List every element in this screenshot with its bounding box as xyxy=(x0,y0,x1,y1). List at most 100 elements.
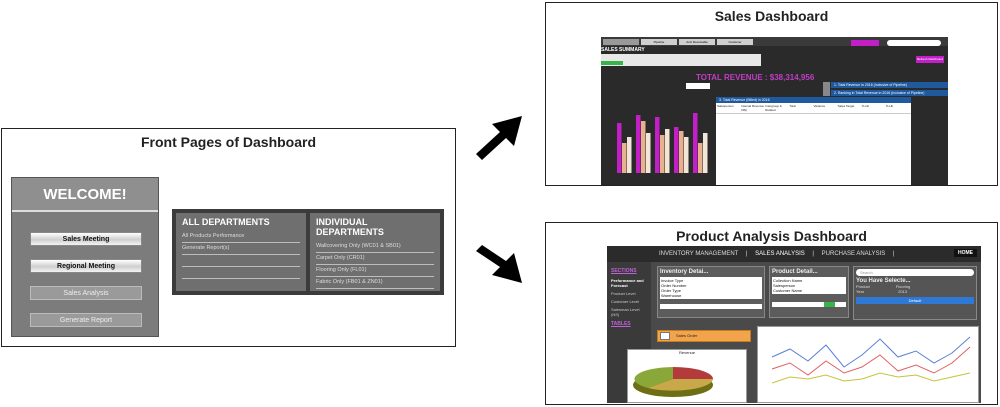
sales-dashboard-panel: Sales Dashboard Pipeline Acct Receivable… xyxy=(545,2,998,186)
generate-reports-link[interactable]: Generate Report(s) xyxy=(182,243,300,255)
trend-series-line xyxy=(771,346,971,376)
sales-filter-selected[interactable] xyxy=(601,61,623,65)
nav-purchase-analysis[interactable]: PURCHASE ANALYSIS xyxy=(822,251,886,257)
sales-small-box xyxy=(686,83,710,89)
regional-meeting-button[interactable]: Regional Meeting xyxy=(30,259,142,273)
sales-bar xyxy=(674,127,679,173)
table-icon xyxy=(660,332,670,340)
sales-bar xyxy=(622,143,627,173)
product-fields[interactable]: Collection Name Salesperson Customer Nam… xyxy=(772,277,846,294)
section-performance-forecast[interactable]: Performance and Forecast xyxy=(611,278,647,288)
line-chart-svg xyxy=(771,336,971,384)
sales-dashboard-screenshot: Pipeline Acct Receivable Customer SALES … xyxy=(601,37,948,185)
all-departments-column: ALL DEPARTMENTS All Products Performance… xyxy=(176,213,306,291)
ranking-revenue-bar: 2. Ranking in Total Revenue in 2016 (Inc… xyxy=(831,90,948,96)
flooring-link[interactable]: Flooring Only (FL01) xyxy=(316,265,434,277)
billed-revenue-col-3: Total xyxy=(789,104,796,108)
sales-order-button[interactable]: Sales Order xyxy=(657,330,751,342)
nav-inventory-management[interactable]: INVENTORY MANAGEMENT xyxy=(659,251,738,257)
billed-revenue-col-4: Variance xyxy=(813,104,826,108)
nav-sales-analysis[interactable]: SALES ANALYSIS xyxy=(755,251,805,257)
selected-year-value: 2013 xyxy=(898,289,907,294)
trend-series-line xyxy=(771,336,971,368)
sales-bar xyxy=(684,137,689,173)
field-warehouse[interactable]: Warehouse xyxy=(661,293,761,298)
tab-customer[interactable]: Customer xyxy=(717,39,753,45)
selected-year-label: Year xyxy=(856,289,865,294)
sales-bar xyxy=(646,133,651,173)
welcome-heading: WELCOME! xyxy=(12,178,158,212)
inventory-detail-title: Inventory Detai... xyxy=(660,269,709,275)
sales-magenta-button[interactable] xyxy=(851,40,879,46)
pie-slice-red xyxy=(673,367,713,379)
front-pages-panel: Front Pages of Dashboard WELCOME! Sales … xyxy=(1,128,456,347)
billed-revenue-col-6: % Hit xyxy=(861,104,869,108)
field-customer-name[interactable]: Customer Name xyxy=(773,288,845,293)
sales-side-icon xyxy=(823,82,830,96)
sales-bar xyxy=(636,115,641,173)
revenue-pie-chart: Revenue xyxy=(627,349,747,403)
year-slicer[interactable] xyxy=(772,302,846,307)
all-departments-heading: ALL DEPARTMENTS xyxy=(182,217,270,227)
section-salesman-level[interactable]: Salesman Level (NS) xyxy=(611,307,647,317)
sales-meeting-button[interactable]: Sales Meeting xyxy=(30,232,142,246)
home-button[interactable]: HOME xyxy=(954,249,977,257)
sales-bar xyxy=(655,117,660,173)
sales-bar xyxy=(693,113,698,173)
pie-svg xyxy=(633,367,713,397)
sales-bar xyxy=(679,131,684,173)
inventory-detail-box: Inventory Detai... Invoice Type Order Nu… xyxy=(657,266,765,318)
carpet-link[interactable]: Carpet Only (CR01) xyxy=(316,253,434,265)
empty-row xyxy=(182,255,300,267)
billed-revenue-col-1: Internal Revenue (S$) xyxy=(741,104,764,112)
trend-series-line xyxy=(771,372,971,384)
sales-analysis-button[interactable]: Sales Analysis xyxy=(30,286,142,300)
sales-bar xyxy=(660,135,665,173)
total-revenue-label: TOTAL REVENUE : $38,314,956 xyxy=(696,73,815,82)
refresh-dashboard-button[interactable]: Refresh Dashboard xyxy=(916,56,944,63)
section-customer-level[interactable]: Customer Level xyxy=(611,299,647,304)
billed-revenue-col-0: Salesperson xyxy=(717,104,734,108)
fabric-link[interactable]: Fabric Only (FB01 & ZN01) xyxy=(316,277,434,289)
sales-bar xyxy=(703,133,708,173)
tab-pipeline[interactable]: Pipeline xyxy=(641,39,677,45)
sales-dashboard-title: Sales Dashboard xyxy=(714,8,829,24)
default-button[interactable]: Default xyxy=(856,297,974,304)
arrow-up-right-icon xyxy=(476,116,522,160)
trend-line-chart xyxy=(757,326,979,403)
individual-departments-column: INDIVIDUAL DEPARTMENTS Wallcovering Only… xyxy=(310,213,440,291)
sales-filter-strip[interactable] xyxy=(601,54,761,66)
generate-report-button[interactable]: Generate Report xyxy=(30,313,142,327)
billed-revenue-columns: Salesperson Internal Revenue (S$) Intergro… xyxy=(716,103,911,114)
tables-label: TABLES xyxy=(611,321,631,327)
product-dashboard-screenshot: INVENTORY MANAGEMENT | SALES ANALYSIS | … xyxy=(607,246,981,403)
product-analysis-panel: Product Analysis Dashboard INVENTORY MAN… xyxy=(545,222,998,405)
billed-revenue-col-7: % Hit xyxy=(885,104,894,108)
selection-box: Search You Have Selecte... Product Floor… xyxy=(853,266,977,320)
tab-acct-receivable[interactable]: Acct Receivable xyxy=(679,39,715,45)
product-detail-box: Product Detail... Collection Name Salesp… xyxy=(769,266,849,318)
front-pages-title: Front Pages of Dashboard xyxy=(140,134,317,150)
arrow-down-right-icon xyxy=(476,245,522,283)
total-revenue-inclusive-bar: 1. Total Revenue in 2016 (Inclusive of P… xyxy=(831,82,948,88)
all-products-performance-link[interactable]: All Products Performance xyxy=(182,231,300,243)
billed-revenue-col-2: Intergroup & Related xyxy=(765,104,782,112)
product-search-input[interactable]: Search xyxy=(856,269,974,276)
sales-bar xyxy=(641,121,646,173)
sales-bar xyxy=(627,137,632,173)
departments-menu: ALL DEPARTMENTS All Products Performance… xyxy=(172,209,444,295)
sales-summary-label: SALES SUMMARY xyxy=(601,47,645,53)
welcome-menu: WELCOME! Sales Meeting Regional Meeting … xyxy=(11,177,159,337)
section-product-level[interactable]: Product Level xyxy=(611,291,647,296)
product-nav-bar: INVENTORY MANAGEMENT | SALES ANALYSIS | … xyxy=(607,246,981,262)
month-slicer[interactable] xyxy=(660,304,762,309)
selected-year-row: Year 2013 xyxy=(856,289,974,294)
individual-departments-heading: INDIVIDUAL DEPARTMENTS xyxy=(316,217,384,237)
wallcovering-link[interactable]: Wallcovering Only (WC01 & SB01) xyxy=(316,241,434,253)
billed-revenue-table: Salesperson Internal Revenue (S$) Intergro… xyxy=(716,103,911,185)
sales-search-input[interactable] xyxy=(887,40,941,46)
sales-bar-chart xyxy=(617,113,708,173)
product-detail-title: Product Detail... xyxy=(772,269,818,275)
inventory-fields[interactable]: Invoice Type Order Number Order Type War… xyxy=(660,277,762,299)
sales-tab-blank[interactable] xyxy=(603,39,639,45)
